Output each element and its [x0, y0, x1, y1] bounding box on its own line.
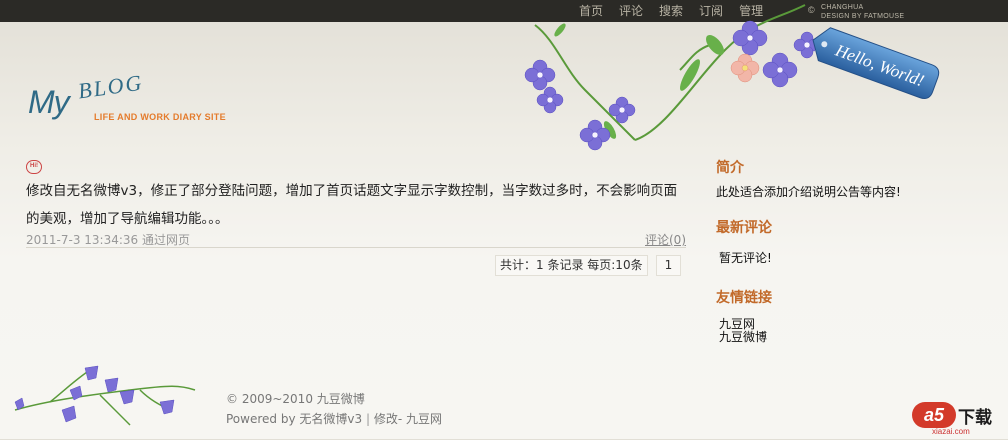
a5-logo-icon: a5 — [912, 402, 956, 428]
footer-powered: Powered by 无名微博v3 | 修改- 九豆网 — [226, 409, 442, 429]
latest-comments-heading: 最新评论 — [716, 220, 772, 236]
friend-links-heading: 友情链接 — [716, 290, 772, 306]
post-time: 2011-7-3 13:34:36 — [26, 233, 139, 247]
post-content: 修改自无名微博v3，修正了部分登陆问题，增加了首页话题文字显示字数控制，当字数过… — [26, 183, 678, 227]
footer-modified-link[interactable]: 修改- 九豆网 — [374, 412, 442, 426]
a5-download-watermark: a5 下载 xiazai.com — [912, 402, 1004, 438]
footer-separator: | — [365, 412, 370, 426]
intro-heading: 简介 — [716, 160, 744, 176]
post-comments-link[interactable]: 评论(0) — [645, 231, 686, 248]
watermark-label: 下载 — [958, 408, 992, 428]
page-1-button[interactable]: 1 — [655, 255, 682, 276]
credit-line-1: CHANGHUA — [821, 4, 864, 11]
post-meta: 2011-7-3 13:34:36 通过网页 评论(0) — [26, 230, 686, 248]
pagination-info: 共计：1 条记录 每页:10条 — [495, 255, 648, 276]
intro-text: 此处适合添加介绍说明公告等内容! — [716, 185, 901, 199]
post-timestamp: 2011-7-3 13:34:36 通过网页 — [26, 231, 190, 248]
post-source[interactable]: 通过网页 — [142, 233, 190, 247]
site-footer: © 2009~2010 九豆微博 Powered by 无名微博v3 | 修改-… — [226, 389, 442, 429]
logo-blog-text: BLOG — [76, 69, 145, 104]
footer-copyright: © 2009~2010 九豆微博 — [226, 392, 365, 406]
pagination: 共计：1 条记录 每页:10条 1 — [495, 255, 682, 276]
hello-world-tag: Hello, World! — [812, 27, 940, 100]
footer-powered-link[interactable]: Powered by 无名微博v3 — [226, 412, 362, 426]
friend-links-list: 九豆网 九豆微博 — [719, 318, 767, 344]
logo-subtitle: LIFE AND WORK DIARY SITE — [94, 112, 226, 122]
logo-my-text: My — [28, 84, 70, 120]
site-logo[interactable]: BLOG My LIFE AND WORK DIARY SITE — [28, 70, 278, 136]
watermark-domain: xiazai.com — [932, 427, 970, 436]
latest-comments-text: 暂无评论! — [719, 251, 772, 265]
friend-link-jiudou-weibo[interactable]: 九豆微博 — [719, 331, 767, 344]
post-hi-icon: Hi! — [26, 160, 42, 174]
header-flowers-decoration — [524, 4, 815, 151]
footer-flowers-decoration — [14, 365, 196, 426]
